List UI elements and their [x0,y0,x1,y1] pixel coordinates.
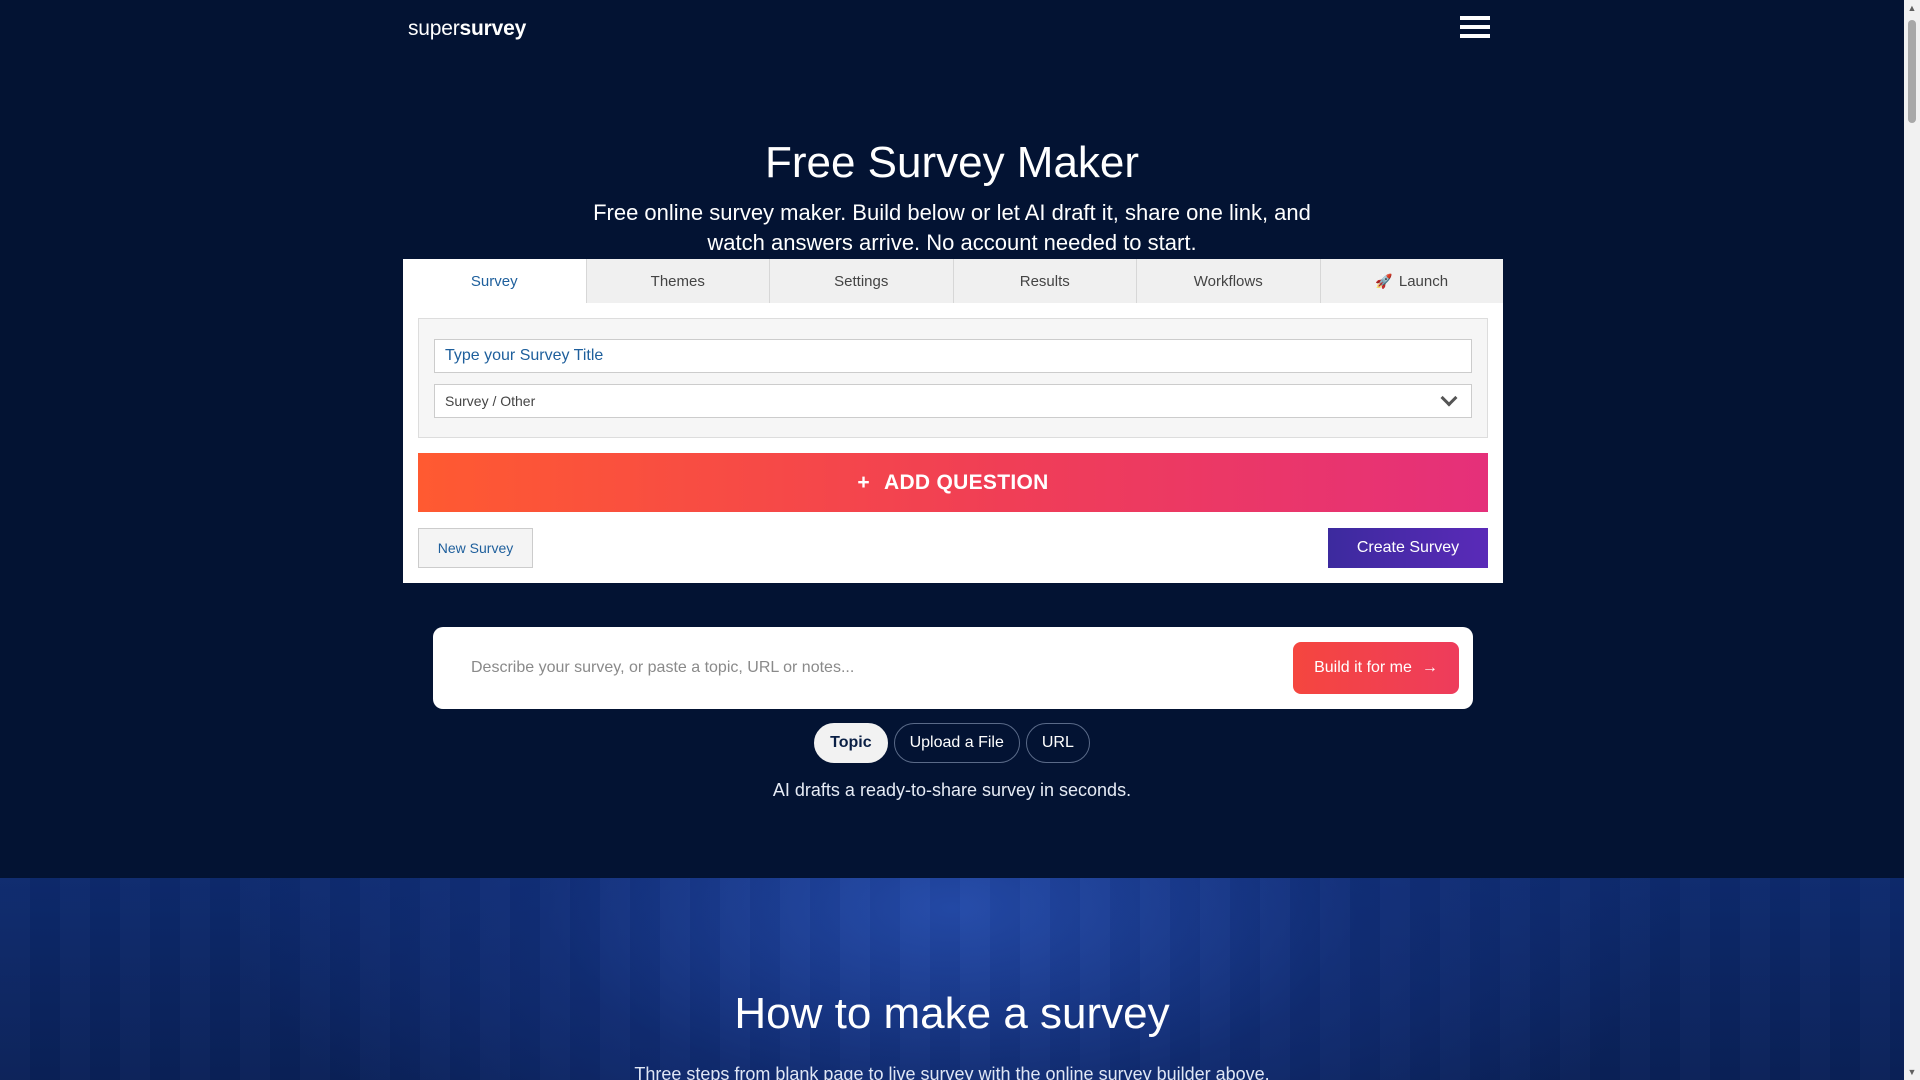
tab-workflows[interactable]: Workflows [1136,259,1320,303]
how-to-section: How to make a survey Three steps from bl… [0,878,1904,1080]
survey-title-input[interactable] [434,339,1472,373]
tab-label: Themes [650,272,705,290]
add-question-label: ADD QUESTION [883,470,1049,494]
logo-text-thin: super [408,17,460,40]
build-it-label: Build it for me [1314,659,1412,676]
new-survey-button[interactable]: New Survey [418,528,533,568]
build-it-button[interactable]: Build it for me → [1293,642,1459,694]
rocket-icon: 🚀 [1375,272,1393,289]
survey-category-select[interactable]: Survey / Other [434,384,1472,418]
page: supersurvey Free Survey Maker Free onlin… [0,0,1904,1080]
top-nav: supersurvey [0,0,1904,60]
arrow-right-icon: → [1421,659,1438,676]
survey-builder: Survey Themes Settings Results Workflows… [403,259,1503,583]
add-question-button[interactable]: + ADD QUESTION [418,453,1488,512]
section-background [0,878,1904,1080]
tab-label: Launch [1398,272,1449,290]
scrollbar-thumb[interactable] [1908,20,1916,123]
tab-label: Workflows [1193,272,1263,290]
tab-results[interactable]: Results [952,259,1136,303]
logo[interactable]: supersurvey [408,16,526,42]
tab-label: Settings [834,272,889,290]
ai-prompt-box: Build it for me → [433,627,1473,709]
logo-text-bold: survey [459,17,527,40]
tab-label: Results [1019,272,1070,290]
scroll-down-arrow-icon[interactable]: ▼ [1904,1064,1920,1080]
plus-icon: + [857,470,870,494]
tab-launch[interactable]: 🚀 Launch [1319,259,1503,303]
chevron-down-icon [1440,389,1458,407]
mode-upload-file-pill[interactable]: Upload a File [893,723,1020,763]
builder-tabs: Survey Themes Settings Results Workflows… [403,259,1503,303]
scroll-up-arrow-icon[interactable]: ▲ [1904,0,1920,16]
how-to-title: How to make a survey [734,989,1170,1038]
tab-settings[interactable]: Settings [769,259,953,303]
tab-survey[interactable]: Survey [403,259,586,303]
vertical-scrollbar[interactable]: ▲ ▼ [1904,0,1920,1080]
create-survey-button[interactable]: Create Survey [1328,528,1488,568]
page-title: Free Survey Maker [764,138,1140,187]
tab-label: Survey [470,272,518,290]
ai-mode-pills: Topic Upload a File URL [0,723,1904,763]
mode-url-pill[interactable]: URL [1025,723,1090,763]
tab-themes[interactable]: Themes [585,259,769,303]
hamburger-menu-icon[interactable] [1460,16,1490,40]
how-to-subtitle: Three steps from blank page to live surv… [634,1064,1270,1080]
category-selected-value: Survey / Other [445,393,536,409]
mode-topic-pill[interactable]: Topic [814,723,888,763]
ai-prompt-input[interactable] [455,643,1275,693]
ai-note: AI drafts a ready-to-share survey in sec… [772,780,1132,800]
page-subtitle: Free online survey maker. Build below or… [593,200,1311,255]
survey-details-panel: Survey / Other [418,318,1488,438]
